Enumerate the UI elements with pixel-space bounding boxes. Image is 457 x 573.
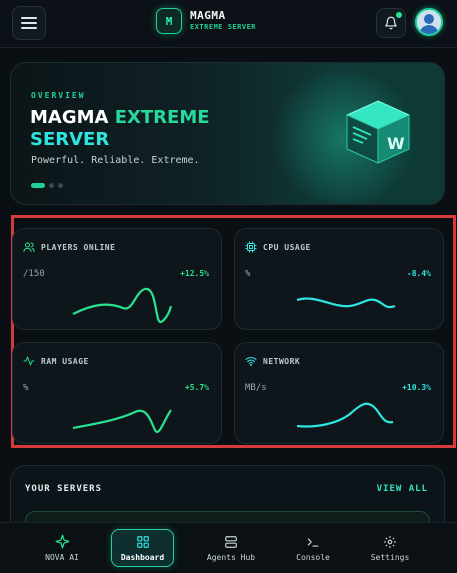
sparkline-players	[72, 287, 173, 324]
nav-item-agents-hub[interactable]: Agents Hub	[197, 529, 265, 567]
sparkle-icon	[55, 534, 69, 549]
brand[interactable]: M MAGMA EXTREME SERVER	[156, 8, 256, 34]
users-icon	[23, 242, 35, 252]
nav-label: NOVA AI	[45, 553, 79, 562]
nav-item-nova-ai[interactable]: NOVA AI	[28, 529, 96, 567]
user-avatar-icon	[417, 10, 441, 34]
cube-letter: W	[387, 134, 405, 153]
stat-change: +12.5%	[180, 269, 209, 278]
nav-item-dashboard[interactable]: Dashboard	[111, 529, 174, 567]
avatar[interactable]	[415, 8, 443, 36]
stat-value: MB/s	[245, 383, 267, 393]
sparkline-cpu	[296, 297, 396, 309]
stat-label: RAM USAGE	[41, 356, 89, 366]
server-icon	[225, 535, 237, 548]
sparkline-ram	[72, 409, 172, 433]
stat-value: %	[245, 269, 251, 279]
hero-banner[interactable]: OVERVIEW MAGMA EXTREME SERVER Powerful. …	[10, 62, 445, 205]
wifi-icon	[245, 357, 257, 366]
gear-icon	[384, 535, 396, 548]
stat-change: +5.7%	[184, 383, 209, 392]
hero-title-part3: SERVER	[30, 129, 110, 150]
sparkline-network	[296, 402, 394, 428]
carousel-dots	[31, 183, 63, 188]
nav-item-settings[interactable]: Settings	[356, 529, 424, 567]
brand-name: MAGMA	[190, 9, 226, 22]
nav-label: Settings	[370, 552, 410, 562]
brand-logo: M	[156, 8, 182, 34]
hamburger-icon	[21, 17, 37, 29]
nav-label: Agents Hub	[206, 552, 256, 562]
cube-logo-icon: W	[345, 100, 411, 164]
stat-card-network[interactable]: NETWORK MB/s +10.3%	[234, 342, 444, 444]
stat-card-players[interactable]: PLAYERS ONLINE /150 +12.5%	[12, 228, 222, 330]
stat-change: +10.3%	[402, 383, 431, 392]
hero-title: MAGMA EXTREME SERVER	[30, 107, 210, 151]
carousel-dot-3[interactable]	[58, 183, 63, 188]
stat-label: PLAYERS ONLINE	[41, 242, 116, 252]
grid-icon	[136, 535, 149, 548]
notification-dot	[396, 12, 402, 18]
stat-card-cpu[interactable]: CPU USAGE % -8.4%	[234, 228, 444, 330]
stat-value: /150	[23, 269, 45, 279]
nav-label: Dashboard	[120, 552, 165, 562]
notifications-button[interactable]	[376, 8, 406, 38]
stat-label: CPU USAGE	[263, 242, 311, 252]
terminal-icon	[307, 538, 319, 547]
brand-subtitle: EXTREME SERVER	[190, 23, 257, 31]
stat-label: NETWORK	[263, 356, 301, 366]
top-bar: M MAGMA EXTREME SERVER	[0, 0, 457, 48]
hero-title-part2: EXTREME	[114, 107, 210, 128]
view-all-link[interactable]: VIEW ALL	[377, 484, 428, 494]
stat-change: -8.4%	[406, 269, 431, 278]
stat-card-ram[interactable]: RAM USAGE % +5.7%	[12, 342, 222, 444]
bell-icon	[385, 16, 397, 30]
servers-title: YOUR SERVERS	[25, 484, 103, 494]
carousel-dot-2[interactable]	[49, 183, 54, 188]
hero-title-part1: MAGMA	[30, 107, 115, 128]
cpu-icon	[245, 241, 257, 253]
bottom-nav: NOVA AI Dashboard Agents Hub Console Set…	[0, 522, 457, 573]
hero-eyebrow: OVERVIEW	[31, 91, 86, 100]
stat-value: %	[23, 383, 29, 393]
nav-label: Console	[296, 552, 330, 562]
menu-button[interactable]	[12, 6, 46, 40]
hero-tagline: Powerful. Reliable. Extreme.	[31, 155, 200, 166]
carousel-dot-1[interactable]	[31, 183, 45, 188]
nav-item-console[interactable]: Console	[279, 529, 347, 567]
activity-icon	[23, 356, 35, 366]
